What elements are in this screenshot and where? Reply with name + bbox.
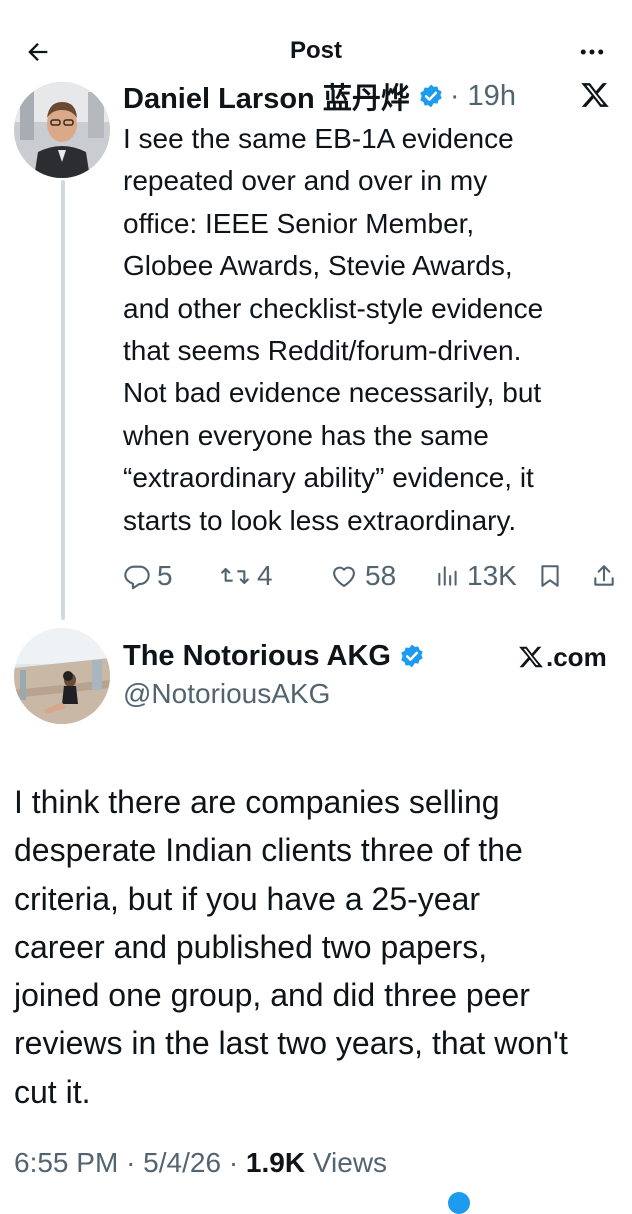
x-logo-icon[interactable]: [580, 80, 610, 110]
tweet-text-line: Not bad evidence necessarily, but: [123, 377, 542, 409]
bookmark-icon: [541, 565, 559, 587]
meta-views-count: 1.9K: [245, 1147, 306, 1178]
x-logo-icon: [519, 646, 543, 668]
tweet-text-line: cut it.: [14, 1073, 91, 1110]
share-button[interactable]: [591, 556, 617, 596]
tweet-text-line: repeated over and over in my: [123, 165, 488, 197]
more-options-button[interactable]: [572, 32, 612, 72]
meta-views-label: Views: [312, 1147, 388, 1178]
views-button[interactable]: 13K: [435, 556, 517, 596]
tweet-text: I see the same EB-1A evidence repeated o…: [123, 118, 623, 542]
tweet-text-line: reviews in the last two years, that won'…: [14, 1025, 568, 1062]
share-icon: [594, 565, 614, 586]
like-button[interactable]: 58: [329, 556, 396, 596]
tweet-text-line: Globee Awards, Stevie Awards,: [123, 250, 513, 282]
source-label: .com: [518, 640, 607, 674]
verified-badge-icon: [399, 643, 425, 669]
verified-badge-icon: [418, 83, 444, 109]
tweet-text-line: career and published two papers,: [14, 928, 488, 965]
partial-badge: [448, 1192, 470, 1214]
tweet-text-line: “extraordinary ability” evidence, it: [123, 462, 534, 494]
views-count: 13K: [467, 560, 517, 591]
reply-count: 5: [157, 560, 173, 591]
tweet-text-line: joined one group, and did three peer: [14, 977, 530, 1014]
tweet-text-line: and other checklist-style evidence: [123, 292, 544, 324]
meta-date: 5/4/26: [143, 1147, 222, 1178]
avatar-photo: [14, 628, 110, 724]
embedded-tweet-text: I think there are companies selling desp…: [14, 778, 624, 1116]
tweet-text-line: office: IEEE Senior Member,: [123, 207, 475, 239]
tweet-actions: 5 4 58 13K: [123, 556, 623, 596]
tweet-text-line: that seems Reddit/forum-driven.: [123, 335, 522, 367]
meta-time: 6:55 PM: [14, 1147, 119, 1178]
meta-separator: ·: [126, 1147, 144, 1178]
repost-count: 4: [257, 560, 273, 591]
embedded-author-name: The Notorious AKG: [123, 639, 391, 672]
bar-chart-icon: [438, 566, 457, 586]
embedded-tweet-meta: 6:55 PM · 5/4/26 · 1.9K Views: [14, 1147, 387, 1179]
reply-icon: [124, 565, 150, 590]
meta-separator: ·: [228, 1147, 246, 1178]
bookmark-button[interactable]: [537, 556, 563, 596]
reply-button[interactable]: 5: [123, 556, 173, 596]
heart-icon: [333, 566, 355, 587]
repost-button[interactable]: 4: [219, 556, 273, 596]
tweet-text-line: criteria, but if you have a 25-year: [14, 880, 481, 917]
avatar[interactable]: [14, 628, 110, 724]
tweet-text-line: I see the same EB-1A evidence: [123, 123, 514, 154]
thread-line: [61, 180, 65, 620]
tweet-text-line: I think there are companies selling: [14, 784, 500, 820]
source-domain: .com: [546, 641, 607, 672]
author-name[interactable]: Daniel Larson 蓝丹烨: [123, 75, 410, 117]
tweet-text-line: desperate Indian clients three of the: [14, 832, 523, 869]
tweet-time[interactable]: · 19h: [450, 80, 516, 113]
repost-icon: [220, 567, 250, 585]
page-title: Post: [289, 37, 342, 64]
like-count: 58: [365, 560, 397, 591]
embedded-author-handle: @NotoriousAKG: [123, 678, 331, 709]
tweet-text-line: starts to look less extraordinary.: [123, 504, 517, 536]
tweet-header: Daniel Larson 蓝丹烨 · 19h: [123, 76, 516, 116]
avatar[interactable]: [14, 82, 110, 178]
avatar-photo: [14, 82, 110, 178]
tweet-text-line: when everyone has the same: [123, 419, 489, 451]
embedded-tweet-header: The Notorious AKG: [123, 636, 425, 676]
more-horizontal-icon: [580, 49, 604, 55]
